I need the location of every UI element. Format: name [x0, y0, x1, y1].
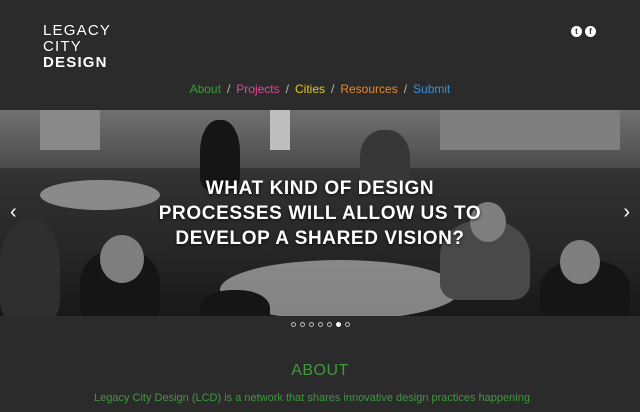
carousel-dot[interactable] [299, 322, 305, 327]
carousel-prev-icon[interactable]: ‹ [10, 202, 17, 222]
logo-line-city: CITY [43, 38, 82, 55]
hero-headline-line: PROCESSES WILL ALLOW US TO [158, 203, 482, 224]
carousel-next-icon[interactable]: › [623, 202, 630, 222]
nav-separator: / [403, 82, 408, 96]
nav-separator: / [226, 82, 231, 96]
logo-line-legacy: LEGACY [43, 22, 112, 39]
logo-line-design: DESIGN [43, 54, 108, 71]
hero-headline-line: DEVELOP A SHARED VISION? [175, 228, 465, 249]
facebook-icon[interactable]: f [585, 26, 596, 37]
nav-separator: / [285, 82, 289, 96]
main-nav: About / Projects / Cities / Resources / Submit [0, 82, 640, 96]
carousel-indicators [0, 322, 640, 327]
nav-about[interactable]: About [190, 82, 221, 96]
nav-cities[interactable]: Cities [295, 82, 325, 96]
hero-headline: WHAT KIND OF DESIGN PROCESSES WILL ALLOW… [0, 176, 640, 251]
hero-headline-line: WHAT KIND OF DESIGN [205, 178, 435, 199]
site-logo[interactable]: LEGACY CITY DESIGN [43, 23, 111, 71]
about-text: Legacy City Design (LCD) is a network th… [94, 392, 530, 404]
carousel-dot[interactable] [290, 322, 296, 327]
carousel-dot[interactable] [308, 322, 314, 327]
carousel-dot[interactable] [326, 322, 332, 327]
nav-submit[interactable]: Submit [413, 82, 450, 96]
carousel-dot[interactable] [344, 322, 350, 327]
page: LEGACY CITY DESIGN t f About / Projects / Ci… [0, 0, 640, 412]
twitter-icon[interactable]: t [571, 26, 582, 37]
nav-separator: / [331, 82, 335, 96]
nav-resources[interactable]: Resources [340, 82, 397, 96]
carousel-dot[interactable] [335, 322, 341, 327]
social-links: t f [571, 26, 596, 37]
about-heading: ABOUT [291, 362, 349, 379]
hero-carousel: WHAT KIND OF DESIGN PROCESSES WILL ALLOW… [0, 110, 640, 316]
carousel-dot[interactable] [317, 322, 323, 327]
nav-projects[interactable]: Projects [236, 82, 279, 96]
